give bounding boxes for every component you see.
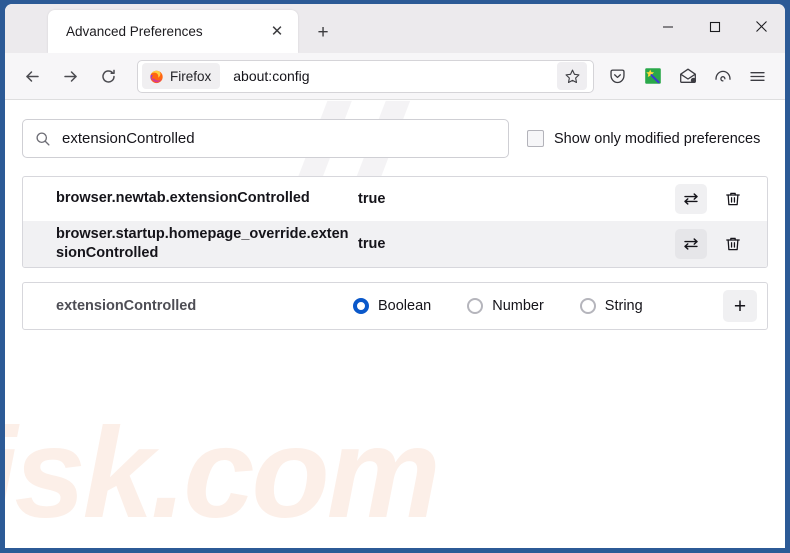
identity-chip[interactable]: Firefox [142,63,221,89]
close-icon[interactable]: ✕ [264,19,290,45]
navigation-toolbar: Firefox about:config [5,53,785,100]
window-controls [644,4,785,49]
table-row[interactable]: browser.newtab.extensionControlled true [23,177,767,221]
radio-string-dot[interactable] [579,298,596,315]
page-content: Show only modified preferences browser.n… [5,100,785,331]
search-row: Show only modified preferences [22,119,768,158]
pref-actions [675,184,757,214]
radio-boolean[interactable]: Boolean [353,298,432,315]
pref-name: browser.startup.homepage_override.extens… [56,226,349,262]
radio-number-dot[interactable] [467,298,484,315]
radio-number[interactable]: Number [467,298,544,315]
close-window-icon[interactable] [738,4,785,49]
minimize-icon[interactable] [644,4,691,49]
search-icon [35,131,51,147]
new-tab-button[interactable]: + [307,16,339,48]
reload-icon[interactable] [91,59,125,93]
browser-tab[interactable]: Advanced Preferences ✕ [48,10,298,53]
radio-boolean-dot[interactable] [353,298,369,315]
trash-icon[interactable] [717,229,749,259]
search-input[interactable] [62,130,496,147]
pref-actions [675,229,757,260]
pref-value: true [358,236,386,253]
table-row[interactable]: browser.startup.homepage_override.extens… [23,221,767,268]
watermark-text: risk.com [5,402,440,545]
firefox-logo-icon [150,70,163,83]
add-preference-button[interactable]: + [723,290,757,323]
radio-number-label: Number [492,298,544,315]
new-pref-type-group: Boolean Number String [353,298,723,315]
sync-account-icon[interactable] [705,59,740,93]
new-pref-name: extensionControlled [56,298,197,315]
back-icon[interactable] [15,59,49,93]
radio-boolean-label: Boolean [378,298,432,315]
about-config-page: // risk.com Show only [5,100,785,548]
toggle-arrows-icon[interactable] [675,184,707,214]
url-text[interactable]: about:config [233,68,557,84]
maximize-icon[interactable] [691,4,738,49]
tab-strip: Advanced Preferences ✕ + [5,4,785,53]
identity-label: Firefox [170,68,212,84]
preferences-table: browser.newtab.extensionControlled true [22,176,768,269]
show-modified-filter[interactable]: Show only modified preferences [527,130,760,147]
trash-icon[interactable] [717,184,749,214]
radio-string-label: String [604,298,643,315]
browser-window-inner: Advanced Preferences ✕ + Firefox about:c… [5,4,785,548]
tab-title: Advanced Preferences [66,24,203,39]
pref-name: browser.newtab.extensionControlled [56,190,310,207]
show-modified-checkbox[interactable] [527,130,544,147]
pref-value: true [358,191,386,207]
toggle-arrows-icon[interactable] [675,229,707,260]
address-bar[interactable]: Firefox about:config [137,59,594,93]
mail-icon[interactable] [670,59,705,93]
hamburger-menu-icon[interactable] [740,59,775,93]
browser-window: Advanced Preferences ✕ + Firefox about:c… [0,0,790,553]
extension-wand-icon[interactable] [635,59,670,93]
pocket-icon[interactable] [600,59,635,93]
toolbar-icons [600,59,775,93]
show-modified-label: Show only modified preferences [554,130,761,147]
radio-string[interactable]: String [579,298,643,315]
bookmark-star-icon[interactable] [557,62,587,90]
forward-icon[interactable] [53,59,87,93]
search-box[interactable] [22,119,509,158]
add-preference-row: extensionControlled Boolean Number Strin… [22,282,768,331]
